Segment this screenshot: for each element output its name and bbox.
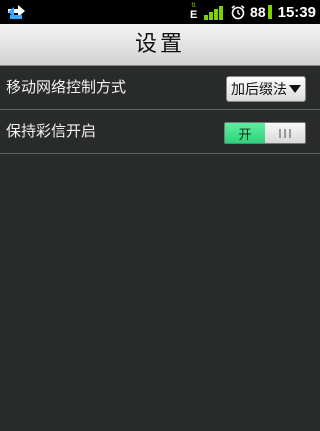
- dropdown-arrow-icon: [289, 85, 301, 93]
- keep-mms-row[interactable]: 保持彩信开启 开: [0, 110, 320, 154]
- battery-icon: [267, 5, 272, 19]
- keep-mms-toggle[interactable]: 开: [224, 122, 306, 144]
- usb-sync-icon: [6, 3, 28, 21]
- keep-mms-label: 保持彩信开启: [6, 122, 97, 140]
- signal-strength-icon: [204, 4, 226, 20]
- network-control-row[interactable]: 移动网络控制方式 加后缀法: [0, 66, 320, 110]
- toggle-grip-icon: [265, 123, 305, 143]
- title-bar: 设置: [0, 24, 320, 66]
- status-bar: ⇅ E 88 15:39: [0, 0, 320, 24]
- network-control-dropdown[interactable]: 加后缀法: [226, 76, 306, 102]
- status-clock: 15:39: [277, 3, 316, 21]
- battery-level: 88: [250, 4, 266, 20]
- network-control-label: 移动网络控制方式: [6, 78, 127, 96]
- page-title: 设置: [134, 32, 185, 57]
- alarm-clock-icon: [231, 5, 245, 20]
- data-transfer-icon: ⇅ E: [190, 3, 198, 21]
- network-control-selected: 加后缀法: [231, 82, 287, 98]
- toggle-on-segment: 开: [225, 123, 265, 143]
- network-type-label: E: [190, 9, 198, 21]
